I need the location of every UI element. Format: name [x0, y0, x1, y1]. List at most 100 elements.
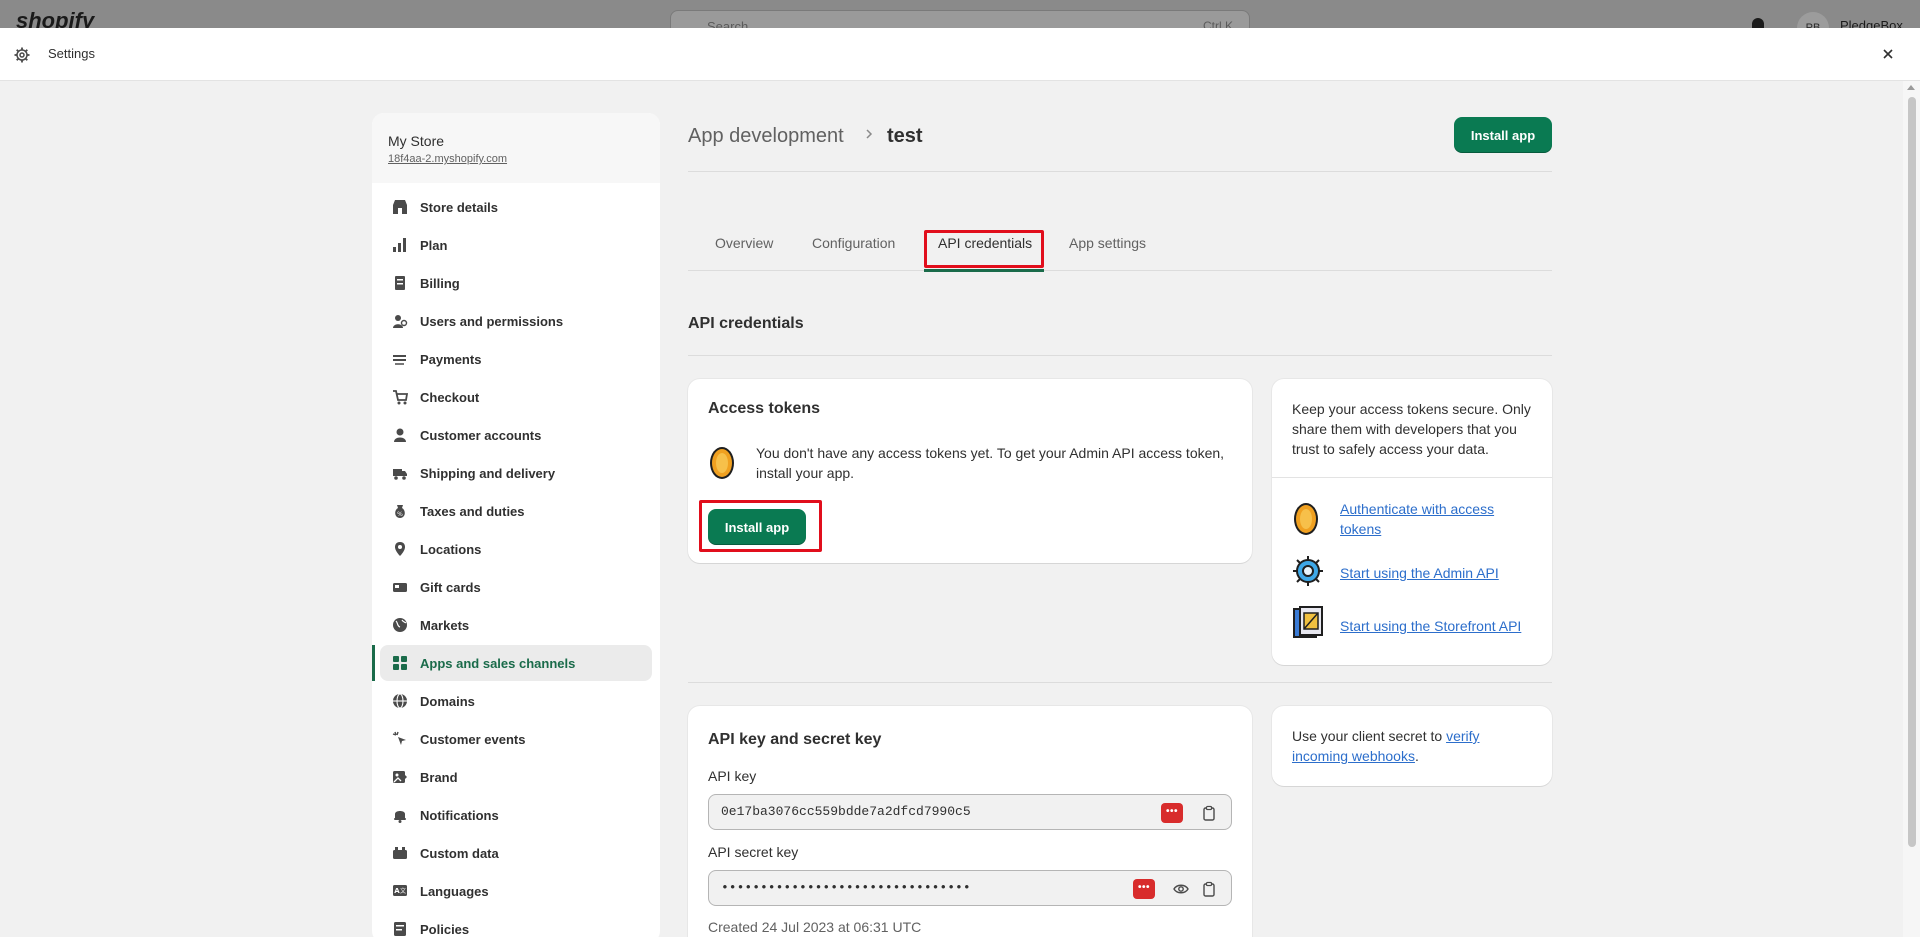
chevron-right-icon	[866, 129, 873, 139]
eye-icon[interactable]	[1173, 881, 1189, 897]
sidebar-item-billing[interactable]: Billing	[380, 265, 652, 301]
sidebar-item-policies[interactable]: Policies	[380, 911, 652, 937]
webhook-info-text: Use your client secret to verify incomin…	[1292, 726, 1492, 766]
sidebar-item-label: Notifications	[420, 807, 499, 823]
webhook-prefix: Use your client secret to	[1292, 728, 1447, 744]
sidebar-item-store-details[interactable]: Store details	[380, 189, 652, 225]
install-app-button-header[interactable]: Install app	[1454, 117, 1552, 153]
sidebar-item-markets[interactable]: Markets	[380, 607, 652, 643]
tab-configuration[interactable]: Configuration	[812, 235, 895, 251]
webhook-info-card: Use your client secret to verify incomin…	[1272, 706, 1552, 786]
sidebar-item-label: Users and permissions	[420, 313, 564, 329]
active-tab-indicator	[924, 269, 1044, 272]
sidebar-item-label: Brand	[420, 769, 458, 785]
cursor-icon	[392, 731, 408, 747]
svg-text:%: %	[397, 511, 403, 518]
settings-modal: Settings My Store 18f4aa-2.myshopify.com…	[0, 28, 1920, 937]
cart-icon	[392, 389, 408, 405]
coin-icon	[710, 447, 734, 479]
custom-data-icon	[392, 845, 408, 861]
sidebar-item-apps-and-sales-channels[interactable]: Apps and sales channels	[372, 645, 652, 681]
sidebar-item-shipping-and-delivery[interactable]: Shipping and delivery	[380, 455, 652, 491]
api-secret-label: API secret key	[708, 844, 799, 860]
billing-icon	[392, 275, 408, 291]
shopify-logo: shopify	[16, 8, 95, 28]
admin-api-link[interactable]: Start using the Admin API	[1340, 563, 1499, 583]
breadcrumb-app-development[interactable]: App development	[688, 125, 844, 148]
api-secret-field[interactable]: •••••••••••••••••••••••••••••••• •••	[708, 870, 1232, 906]
sidebar-item-label: Taxes and duties	[420, 503, 525, 519]
admin-search-bar: Search Ctrl K	[670, 10, 1250, 28]
storefront-api-icon	[1293, 606, 1323, 638]
gear-icon	[14, 47, 30, 63]
store-info: My Store 18f4aa-2.myshopify.com	[372, 113, 660, 183]
plan-icon	[392, 237, 408, 253]
gift-card-icon	[392, 579, 408, 595]
created-timestamp: Created 24 Jul 2023 at 06:31 UTC	[708, 919, 922, 935]
tab-api-credentials[interactable]: API credentials	[938, 235, 1032, 251]
store-icon	[392, 199, 408, 215]
sidebar-item-label: Plan	[420, 237, 448, 253]
security-card-divider	[1272, 477, 1552, 478]
page-title: test	[887, 125, 923, 147]
copy-icon[interactable]	[1201, 805, 1217, 821]
access-tokens-title: Access tokens	[708, 400, 821, 417]
admin-api-gear-icon	[1293, 556, 1323, 586]
sidebar-item-gift-cards[interactable]: Gift cards	[380, 569, 652, 605]
password-manager-icon[interactable]: •••	[1161, 803, 1183, 823]
sidebar-item-notifications[interactable]: Notifications	[380, 797, 652, 833]
sidebar-item-checkout[interactable]: Checkout	[380, 379, 652, 415]
sidebar-item-custom-data[interactable]: Custom data	[380, 835, 652, 871]
header-divider	[688, 171, 1552, 172]
sidebar-item-taxes-and-duties[interactable]: % Taxes and duties	[380, 493, 652, 529]
tab-bar: Overview Configuration API credentials A…	[688, 225, 1552, 272]
secret-password-manager-icon[interactable]: •••	[1133, 879, 1155, 899]
sidebar-item-users-and-permissions[interactable]: Users and permissions	[380, 303, 652, 339]
globe-icon	[392, 617, 408, 633]
sidebar-item-payments[interactable]: Payments	[380, 341, 652, 377]
authenticate-link[interactable]: Authenticate with access tokens	[1340, 499, 1530, 539]
sidebar-item-label: Locations	[420, 541, 482, 557]
api-key-label: API key	[708, 768, 757, 784]
store-name: My Store	[388, 133, 445, 149]
scrollbar-thumb[interactable]	[1908, 97, 1916, 847]
admin-search-shortcut: Ctrl K	[1203, 19, 1233, 28]
sidebar-item-domains[interactable]: Domains	[380, 683, 652, 719]
sidebar-item-locations[interactable]: Locations	[380, 531, 652, 567]
api-key-field[interactable]: 0e17ba3076cc559bdde7a2dfcd7990c5 •••	[708, 794, 1232, 830]
settings-title: Settings	[48, 46, 95, 61]
section-title: API credentials	[688, 315, 804, 332]
settings-sidebar: My Store 18f4aa-2.myshopify.com Store de…	[372, 113, 660, 937]
api-keys-title: API key and secret key	[708, 731, 882, 748]
tab-overview[interactable]: Overview	[715, 235, 773, 251]
admin-top-bar: shopify Search Ctrl K PB PledgeBox	[0, 0, 1920, 28]
tab-app-settings[interactable]: App settings	[1069, 235, 1146, 251]
sidebar-item-plan[interactable]: Plan	[380, 227, 652, 263]
bell-icon	[392, 807, 408, 823]
page-scrollbar[interactable]	[1903, 81, 1920, 937]
users-icon	[392, 313, 408, 329]
access-tokens-card: Access tokens You don't have any access …	[688, 379, 1252, 563]
sidebar-item-label: Apps and sales channels	[420, 655, 576, 671]
sidebar-item-label: Markets	[420, 617, 470, 633]
sidebar-item-customer-accounts[interactable]: Customer accounts	[380, 417, 652, 453]
domain-icon	[392, 693, 408, 709]
api-key-value: 0e17ba3076cc559bdde7a2dfcd7990c5	[721, 804, 971, 819]
storefront-api-link[interactable]: Start using the Storefront API	[1340, 616, 1521, 636]
sidebar-item-languages[interactable]: A 文 Languages	[380, 873, 652, 909]
section-divider	[688, 355, 1552, 356]
install-app-button[interactable]: Install app	[708, 509, 806, 545]
truck-icon	[392, 465, 408, 481]
sidebar-item-customer-events[interactable]: Customer events	[380, 721, 652, 757]
sidebar-item-label: Domains	[420, 693, 475, 709]
scroll-up-arrow-icon[interactable]	[1907, 85, 1915, 90]
avatar: PB	[1797, 12, 1829, 28]
store-url-link[interactable]: 18f4aa-2.myshopify.com	[388, 153, 644, 165]
settings-nav: Store details Plan Billing Users and permis…	[372, 183, 660, 937]
copy-secret-icon[interactable]	[1201, 881, 1217, 897]
sidebar-item-brand[interactable]: Brand	[380, 759, 652, 795]
apps-icon	[392, 655, 408, 671]
api-secret-value: ••••••••••••••••••••••••••••••••	[721, 880, 971, 895]
sidebar-item-label: Customer accounts	[420, 427, 542, 443]
close-icon[interactable]	[1879, 45, 1897, 63]
